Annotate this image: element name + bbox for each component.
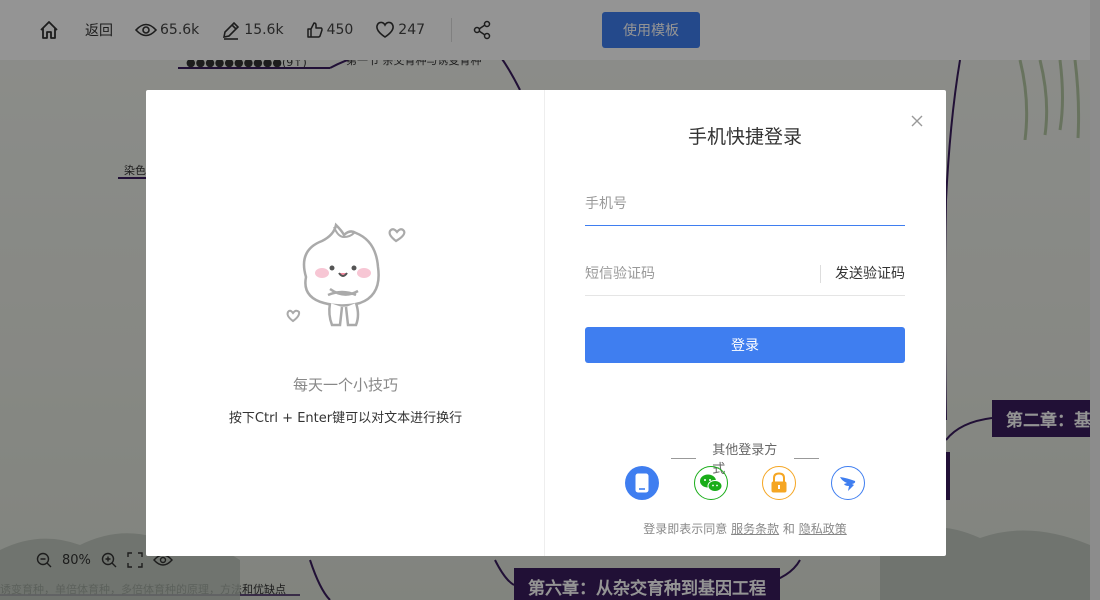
send-code-button[interactable]: 发送验证码 xyxy=(820,264,905,283)
lock-icon xyxy=(771,472,787,493)
phone-field xyxy=(585,182,905,226)
agreement-and: 和 xyxy=(782,522,795,536)
divider-line xyxy=(671,457,697,459)
terms-link[interactable]: 服务条款 xyxy=(731,522,779,536)
tip-title: 每天一个小技巧 xyxy=(292,376,398,394)
dingtalk-login-button[interactable] xyxy=(830,466,865,500)
login-button[interactable]: 登录 xyxy=(585,327,905,363)
password-login-button[interactable] xyxy=(762,466,797,500)
wechat-login-button[interactable] xyxy=(693,466,728,500)
privacy-link[interactable]: 隐私政策 xyxy=(799,522,847,536)
phone-input[interactable] xyxy=(585,195,905,212)
agreement-prefix: 登录即表示同意 xyxy=(643,522,728,536)
sms-code-input[interactable] xyxy=(585,265,820,282)
login-modal: 每天一个小技巧 按下Ctrl + Enter键可以对文本进行换行 手机快捷登录 … xyxy=(146,90,946,556)
agreement-text: 登录即表示同意 服务条款 和 隐私政策 xyxy=(545,520,945,537)
sms-code-field: 发送验证码 xyxy=(585,252,905,296)
other-login-icons xyxy=(625,466,865,500)
divider-line xyxy=(793,457,820,459)
phone-login-button[interactable] xyxy=(625,466,659,500)
wechat-icon xyxy=(699,474,723,492)
tip-text: 按下Ctrl + Enter键可以对文本进行换行 xyxy=(228,411,463,426)
login-panel: 手机快捷登录 发送验证码 登录 其他登录方式 xyxy=(545,90,946,556)
tip-panel: 每天一个小技巧 按下Ctrl + Enter键可以对文本进行换行 xyxy=(146,90,545,556)
login-title: 手机快捷登录 xyxy=(687,126,802,148)
phone-icon xyxy=(635,473,649,493)
mascot-illustration xyxy=(286,222,406,327)
dingtalk-icon xyxy=(839,477,856,491)
